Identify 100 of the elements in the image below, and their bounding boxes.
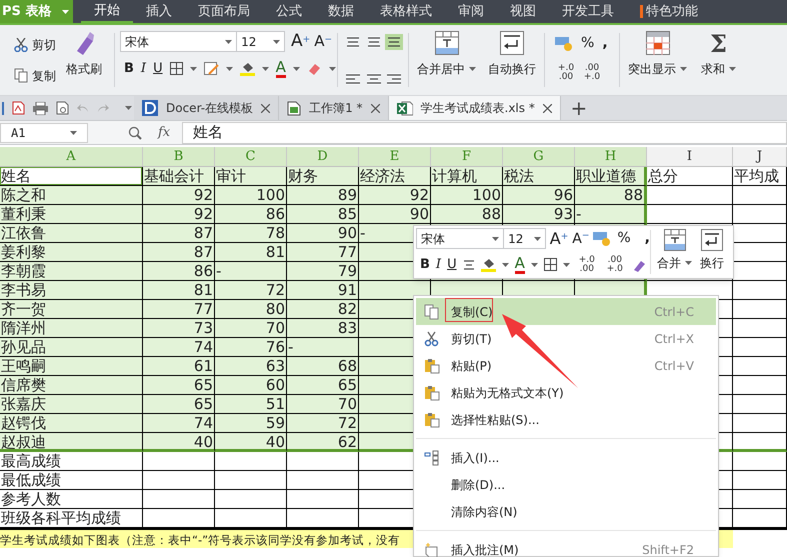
percent-button[interactable]: % [617, 228, 631, 249]
comma-button[interactable]: , [602, 33, 608, 54]
caret-icon[interactable] [534, 236, 541, 240]
wrap-text-icon[interactable] [500, 31, 524, 55]
menu-tab[interactable]: 数据 [315, 0, 367, 23]
caret-icon[interactable] [225, 40, 232, 44]
align-button[interactable] [385, 34, 404, 50]
name-box[interactable]: A1 [0, 122, 88, 142]
cell-style-icon[interactable] [204, 62, 219, 76]
bold-button[interactable]: B [420, 255, 430, 274]
italic-button[interactable]: I [436, 255, 442, 274]
borders-icon[interactable] [544, 258, 557, 272]
column-header[interactable]: I [647, 147, 733, 166]
wrap-button[interactable]: 换行 [700, 254, 724, 272]
caret-icon[interactable] [262, 66, 269, 71]
menu-item[interactable]: 删除(D)... [416, 471, 716, 498]
print-preview-icon[interactable] [56, 101, 69, 115]
currency-icon[interactable] [593, 230, 612, 246]
column-header[interactable]: J [733, 147, 787, 166]
font-size-field[interactable]: 12 [504, 228, 546, 249]
menu-item[interactable]: 选择性粘贴(S)... [416, 406, 716, 433]
percent-button[interactable]: % [581, 33, 594, 54]
font-color-button[interactable]: A [276, 60, 286, 78]
font-color-button[interactable]: A [514, 256, 525, 274]
scissors-icon[interactable] [14, 38, 28, 52]
grow-font-button[interactable]: A$^{+}$ [550, 230, 568, 246]
highlight-button[interactable]: 突出显示 [628, 60, 676, 78]
menu-item[interactable]: 插入(I)... [416, 444, 716, 471]
bold-button[interactable]: B [124, 59, 134, 78]
decrease-decimal-button[interactable]: .00 +.0 [604, 256, 626, 274]
font-name-field[interactable]: 宋体 [416, 228, 504, 249]
document-tab[interactable]: 工作簿1 * [279, 96, 389, 120]
new-tab-button[interactable]: + [560, 96, 597, 120]
copy-icon[interactable] [14, 68, 28, 83]
font-size-field[interactable]: 12 [237, 31, 285, 52]
comma-button[interactable]: , [644, 228, 650, 249]
decrease-decimal-button[interactable]: .00 +.0 [581, 64, 603, 82]
pdf-icon[interactable] [12, 101, 25, 115]
zoom-icon[interactable] [128, 126, 142, 140]
print-icon[interactable] [33, 102, 48, 114]
caret-icon[interactable] [70, 130, 77, 134]
merge-center-button[interactable]: 合并居中 [417, 60, 465, 78]
formula-input[interactable]: 姓名 [182, 122, 787, 144]
caret-icon[interactable] [226, 66, 233, 71]
document-tab[interactable]: Docer-在线模板 [134, 96, 280, 120]
caret-icon[interactable] [680, 67, 687, 71]
merge-cells-icon[interactable] [664, 229, 686, 251]
fill-bucket-icon[interactable] [240, 61, 255, 76]
wrap-text-icon[interactable] [701, 229, 723, 251]
merge-cells-icon[interactable] [434, 31, 458, 55]
wrap-text-button[interactable]: 自动换行 [488, 60, 536, 78]
font-name-field[interactable]: 宋体 [120, 31, 238, 52]
close-icon[interactable] [370, 104, 380, 112]
sum-icon[interactable]: Σ [710, 31, 727, 57]
caret-icon[interactable] [62, 10, 69, 14]
menu-item[interactable]: 粘贴(P) Ctrl+V [416, 352, 716, 379]
fill-bucket-icon[interactable] [480, 257, 496, 272]
italic-button[interactable]: I [140, 59, 146, 78]
caret-icon[interactable] [292, 66, 300, 71]
caret-icon[interactable] [273, 40, 280, 44]
caret-icon[interactable] [469, 67, 476, 71]
increase-decimal-button[interactable]: +.0 .00 [576, 256, 598, 274]
borders-icon[interactable] [170, 62, 183, 76]
shortcut-text: Ctrl+X [654, 330, 694, 348]
format-painter-button[interactable]: 格式刷 [66, 60, 102, 78]
close-icon[interactable] [542, 104, 552, 112]
menu-tab[interactable]: 视图 [497, 0, 549, 23]
increase-decimal-button[interactable]: +.0 .00 [555, 64, 577, 82]
underline-button[interactable]: U [447, 255, 457, 274]
shrink-font-button[interactable]: A$^{−}$ [572, 232, 590, 246]
menu-item[interactable]: 复制(C) Ctrl+C [416, 298, 716, 325]
menu-tab[interactable]: 开发工具 [549, 0, 627, 23]
eraser-icon[interactable] [306, 62, 322, 76]
menu-tab[interactable]: 表格样式 [367, 0, 445, 23]
caret-icon[interactable] [492, 236, 500, 240]
sum-button[interactable]: 求和 [701, 60, 725, 78]
cut-button[interactable]: 剪切 [32, 36, 56, 54]
copy-button[interactable]: 复制 [32, 66, 56, 84]
table-cell [733, 414, 787, 433]
close-icon[interactable] [261, 104, 270, 112]
function-button[interactable]: fx [158, 122, 170, 142]
document-tab[interactable]: 学生考试成绩表.xls * [388, 96, 561, 120]
caret-icon[interactable] [125, 106, 132, 110]
menu-tab[interactable]: 页面布局 [185, 0, 263, 23]
caret-icon[interactable] [729, 67, 736, 71]
merge-button[interactable]: 合并 [657, 254, 681, 272]
caret-icon[interactable] [328, 66, 336, 71]
menu-tab[interactable]: 审阅 [445, 0, 497, 23]
underline-button[interactable]: U [153, 59, 163, 78]
menu-tab[interactable]: 特色功能 [627, 0, 711, 23]
grow-font-button[interactable]: A$^{+}$ [291, 33, 310, 50]
menu-tab[interactable]: 插入 [133, 0, 185, 23]
caret-icon[interactable] [190, 66, 197, 71]
menu-tab[interactable]: 公式 [263, 0, 315, 23]
align-center-icon[interactable] [462, 258, 475, 271]
table-highlight-icon[interactable] [646, 31, 670, 55]
menu-item[interactable]: 粘贴为无格式文本(Y) [416, 379, 716, 406]
menu-item[interactable]: 剪切(T) Ctrl+X [416, 325, 716, 352]
menu-item[interactable]: 清除内容(N) [416, 498, 716, 525]
shrink-font-button[interactable]: A$^{−}$ [314, 34, 332, 49]
